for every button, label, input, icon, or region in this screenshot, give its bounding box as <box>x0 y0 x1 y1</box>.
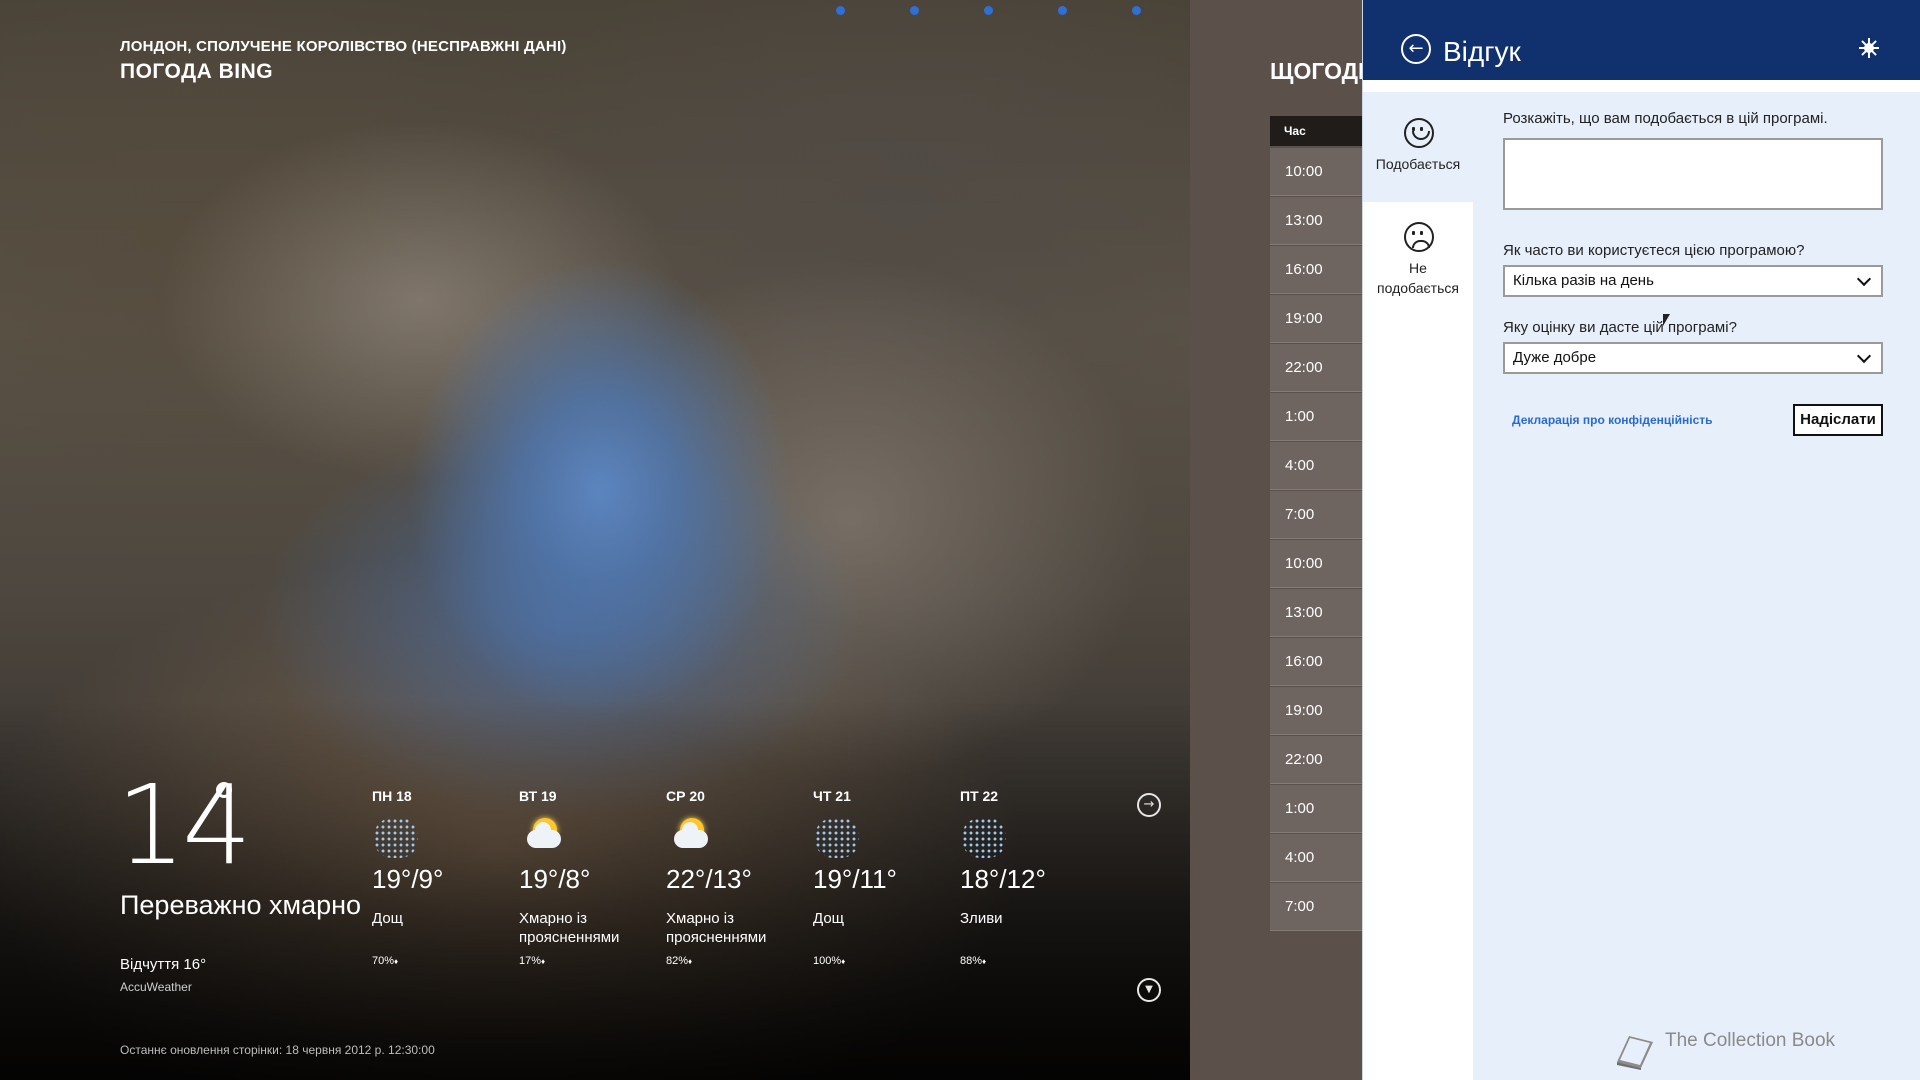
rating-select[interactable]: Дуже добре <box>1503 342 1883 374</box>
frequency-value: Кілька разів на день <box>1513 272 1654 289</box>
hourly-row[interactable]: 1:00 <box>1270 785 1362 833</box>
hourly-row[interactable]: 22:00 <box>1270 344 1362 392</box>
hourly-row[interactable]: 16:00 <box>1270 246 1362 294</box>
last-updated: Останнє оновлення сторінки: 18 червня 20… <box>120 1043 435 1057</box>
hourly-row[interactable]: 19:00 <box>1270 687 1362 735</box>
feedback-header: ← Відгук <box>1363 0 1920 80</box>
hourly-title: ЩОГОДИ <box>1270 58 1375 84</box>
data-source[interactable]: AccuWeather <box>120 980 192 994</box>
current-condition: Переважно хмарно <box>120 890 362 920</box>
forecast-day[interactable]: ПН 18 19°/9° Дощ 70%♦ <box>372 788 512 967</box>
forecast-day[interactable]: СР 20 22°/13° Хмарно із проясненнями 82%… <box>666 788 806 967</box>
forecast-desc: Зливи <box>960 910 1003 927</box>
send-button[interactable]: Надіслати <box>1793 404 1883 436</box>
chevron-down-icon <box>1856 348 1872 364</box>
hourly-row[interactable]: 1:00 <box>1270 393 1362 441</box>
page-dot[interactable] <box>984 6 993 15</box>
forecast-day-name: ВТ 19 <box>519 788 557 804</box>
drop-icon: ♦ <box>394 957 399 966</box>
rain-icon <box>960 814 1008 858</box>
privacy-link[interactable]: Декларація про конфіденційність <box>1512 413 1713 427</box>
header-divider <box>1363 80 1920 92</box>
forecast-day-name: ЧТ 21 <box>813 788 851 804</box>
forecast-day[interactable]: ПТ 22 18°/12° Зливи 88%♦ <box>960 788 1100 967</box>
forecast-temps: 22°/13° <box>666 864 752 894</box>
next-days-arrow-icon[interactable]: → <box>1137 793 1161 817</box>
frequency-select[interactable]: Кілька разів на день <box>1503 265 1883 297</box>
forecast-precip: 88%♦ <box>960 955 987 967</box>
nav-dislike-label: Не подобається <box>1377 260 1459 296</box>
hourly-row[interactable]: 7:00 <box>1270 883 1362 931</box>
hourly-row[interactable]: 7:00 <box>1270 491 1362 539</box>
book-icon <box>1617 1036 1653 1070</box>
feels-like: Відчуття 16° <box>120 956 207 973</box>
forecast-temps: 19°/8° <box>519 864 591 894</box>
hourly-row[interactable]: 16:00 <box>1270 638 1362 686</box>
nav-item-dislike[interactable]: Не подобається <box>1363 212 1473 312</box>
brightness-icon[interactable] <box>1859 38 1879 58</box>
rain-icon <box>813 814 861 858</box>
hourly-row[interactable]: 4:00 <box>1270 834 1362 882</box>
location-label: ЛОНДОН, СПОЛУЧЕНЕ КОРОЛІВСТВО (НЕСПРАВЖН… <box>120 38 567 55</box>
forecast-temps: 19°/11° <box>813 864 897 894</box>
drop-icon: ♦ <box>982 957 987 966</box>
hourly-row[interactable]: 19:00 <box>1270 295 1362 343</box>
rating-question: Яку оцінку ви дасте цій програмі? <box>1503 319 1737 336</box>
rating-value: Дуже добре <box>1513 349 1597 366</box>
partly-sunny-icon <box>666 814 714 858</box>
rain-icon <box>372 814 420 858</box>
hourly-row[interactable]: 13:00 <box>1270 589 1362 637</box>
page-dot[interactable] <box>1058 6 1067 15</box>
partly-sunny-icon <box>519 814 567 858</box>
back-arrow-icon[interactable]: ← <box>1401 34 1431 64</box>
hourly-row[interactable]: 22:00 <box>1270 736 1362 784</box>
mouse-cursor <box>1663 314 1670 326</box>
forecast-day[interactable]: ЧТ 21 19°/11° Дощ 100%♦ <box>813 788 953 967</box>
feedback-textarea[interactable] <box>1503 138 1883 210</box>
feedback-title: Відгук <box>1443 36 1521 67</box>
nav-like-label: Подобається <box>1375 156 1461 172</box>
forecast-day-name: ПТ 22 <box>960 788 999 804</box>
forecast-day[interactable]: ВТ 19 19°/8° Хмарно із проясненнями 17%♦ <box>519 788 659 967</box>
forecast-precip: 70%♦ <box>372 955 399 967</box>
frequency-question: Як часто ви користуєтеся цією програмою? <box>1503 242 1805 259</box>
frown-icon <box>1404 222 1434 252</box>
forecast-desc: Дощ <box>813 910 845 927</box>
page-dot[interactable] <box>836 6 845 15</box>
forecast-precip: 82%♦ <box>666 955 693 967</box>
forecast-temps: 18°/12° <box>960 864 1046 894</box>
forecast-desc: Дощ <box>372 910 404 927</box>
nav-item-like[interactable]: Подобається <box>1363 92 1473 202</box>
hourly-row[interactable]: 4:00 <box>1270 442 1362 490</box>
expand-details-icon[interactable]: ▼ <box>1137 978 1161 1002</box>
forecast-day-name: ПН 18 <box>372 788 412 804</box>
page-dot[interactable] <box>1132 6 1141 15</box>
drop-icon: ♦ <box>841 957 846 966</box>
forecast-desc: Хмарно із проясненнями <box>666 910 767 946</box>
watermark: The Collection Book <box>1665 1030 1836 1051</box>
hourly-row[interactable]: 10:00 <box>1270 540 1362 588</box>
drop-icon: ♦ <box>688 957 693 966</box>
forecast-precip: 100%♦ <box>813 955 846 967</box>
smile-icon <box>1404 118 1434 148</box>
forecast-precip: 17%♦ <box>519 955 546 967</box>
forecast-temps: 19°/9° <box>372 864 444 894</box>
feedback-pane: ← Відгук Подобається Не подобається Розка… <box>1362 0 1920 1080</box>
forecast-day-name: СР 20 <box>666 788 705 804</box>
degree-symbol <box>216 782 232 798</box>
hourly-row[interactable]: 13:00 <box>1270 197 1362 245</box>
page-dot[interactable] <box>910 6 919 15</box>
drop-icon: ♦ <box>541 957 546 966</box>
hourly-column-header: Час <box>1270 116 1362 146</box>
chevron-down-icon <box>1856 271 1872 287</box>
hourly-row[interactable]: 10:00 <box>1270 148 1362 196</box>
app-title: ПОГОДА BING <box>120 60 274 83</box>
forecast-desc: Хмарно із проясненнями <box>519 910 620 946</box>
feedback-prompt: Розкажіть, що вам подобається в цій прог… <box>1503 110 1828 127</box>
